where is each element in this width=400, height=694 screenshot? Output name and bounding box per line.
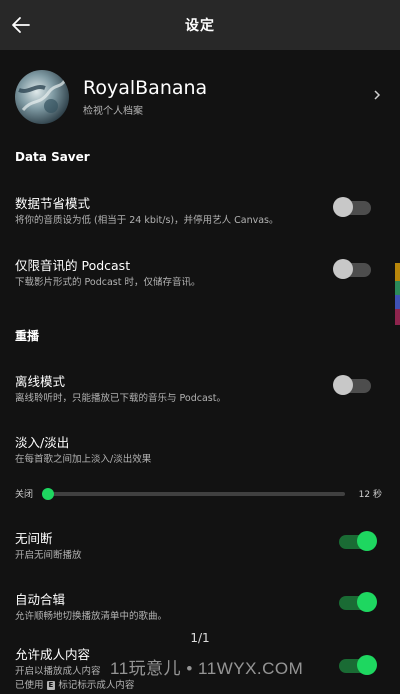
- slider-max-label: 12 秒: [358, 490, 382, 500]
- setting-subtitle: 在每首歌之间加上淡入/淡出效果: [15, 454, 152, 465]
- setting-subtitle-2: 已使用 E 标记标示成人内容: [15, 680, 135, 691]
- edge-stripe: [395, 309, 400, 325]
- audio-only-podcast-toggle[interactable]: [333, 259, 371, 279]
- setting-title: 允许成人内容: [15, 647, 91, 662]
- setting-title: 仅限音讯的 Podcast: [15, 258, 131, 273]
- slider-min-label: 关闭: [15, 490, 34, 500]
- setting-audio-only-podcast: 仅限音讯的 Podcast 下载影片形式的 Podcast 时，仅储存音讯。: [0, 255, 400, 305]
- profile-name: RoyalBanana: [83, 77, 208, 99]
- crossfade-slider[interactable]: [42, 488, 345, 500]
- profile-subtitle: 检视个人档案: [83, 106, 143, 117]
- setting-subtitle: 允许顺畅地切换播放清单中的歌曲。: [15, 611, 168, 622]
- section-data-saver: Data Saver: [15, 150, 90, 164]
- slider-thumb[interactable]: [42, 488, 54, 500]
- page-title: 设定: [185, 18, 215, 34]
- edge-stripe: [395, 281, 400, 295]
- setting-subtitle: 离线聆听时，只能播放已下载的音乐与 Podcast。: [15, 393, 226, 404]
- watermark: 11玩意儿 • 11WYX.COM: [110, 659, 304, 678]
- page-indicator: 1/1: [190, 631, 210, 645]
- gapless-toggle[interactable]: [339, 531, 377, 551]
- setting-title: 数据节省模式: [15, 196, 91, 211]
- chevron-right-icon: [374, 90, 381, 100]
- explicit-badge-icon: E: [46, 681, 56, 690]
- edge-stripe: [395, 263, 400, 281]
- setting-crossfade: 淡入/淡出 在每首歌之间加上淡入/淡出效果: [0, 432, 400, 482]
- explicit-content-toggle[interactable]: [339, 655, 377, 675]
- setting-title: 离线模式: [15, 374, 66, 389]
- automix-toggle[interactable]: [339, 592, 377, 612]
- setting-data-saver: 数据节省模式 将你的音质设为低 (相当于 24 kbit/s)，并停用艺人 Ca…: [0, 193, 400, 243]
- setting-subtitle: 将你的音质设为低 (相当于 24 kbit/s)，并停用艺人 Canvas。: [15, 215, 279, 226]
- setting-gapless: 无间断 开启无间断播放: [0, 528, 400, 578]
- profile-row[interactable]: RoyalBanana 检视个人档案: [0, 60, 400, 130]
- top-bar: 设定: [0, 0, 400, 50]
- avatar: [15, 70, 69, 124]
- crossfade-slider-row: 关闭 12 秒: [0, 484, 400, 504]
- setting-title: 自动合辑: [15, 592, 66, 607]
- offline-mode-toggle[interactable]: [333, 375, 371, 395]
- setting-offline-mode: 离线模式 离线聆听时，只能播放已下载的音乐与 Podcast。: [0, 371, 400, 421]
- setting-subtitle: 开启无间断播放: [15, 550, 82, 561]
- setting-title: 淡入/淡出: [15, 435, 70, 450]
- setting-title: 无间断: [15, 531, 53, 546]
- section-playback: 重播: [15, 329, 40, 343]
- setting-subtitle: 下载影片形式的 Podcast 时，仅储存音讯。: [15, 277, 201, 288]
- setting-subtitle: 开启以播放成人内容: [15, 666, 101, 677]
- edge-stripe: [395, 295, 400, 309]
- data-saver-toggle[interactable]: [333, 197, 371, 217]
